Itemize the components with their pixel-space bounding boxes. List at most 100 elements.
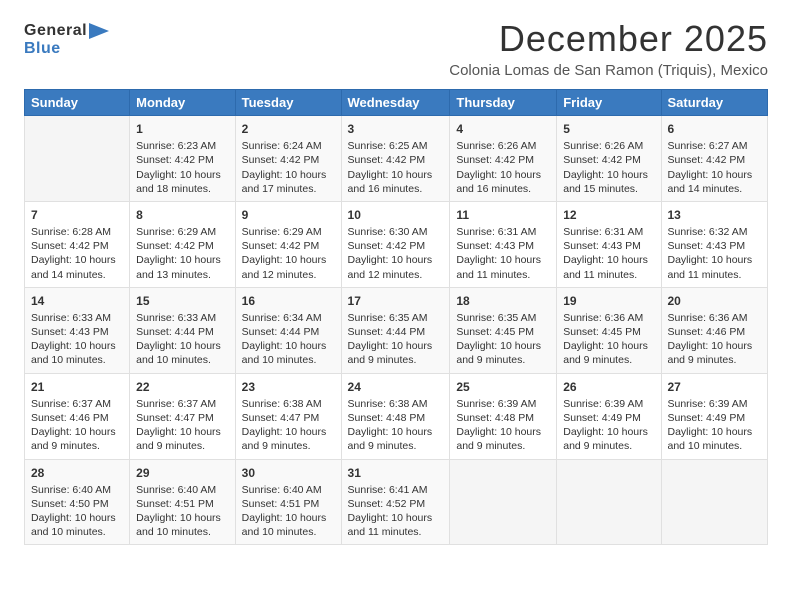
day-info-line: Sunset: 4:45 PM <box>563 326 641 338</box>
calendar-cell: 5Sunrise: 6:26 AMSunset: 4:42 PMDaylight… <box>557 116 661 202</box>
calendar-cell: 10 Sunrise: 6:30 AM Sunset: 4:42 PM Dayligh… <box>341 201 450 287</box>
day-info-line: Sunrise: 6:26 AM <box>563 140 643 152</box>
day-info-line: and 18 minutes. <box>136 183 211 195</box>
day-info-line: Sunset: 4:51 PM <box>136 498 214 510</box>
day-info-line: Daylight: 10 hours <box>563 426 648 438</box>
th-friday: Friday <box>557 90 661 116</box>
day-number: 17 <box>348 293 444 309</box>
day-info-line: Sunrise: 6:29 AM <box>136 226 216 238</box>
day-info-line: Sunset: 4:50 PM <box>31 498 109 510</box>
calendar-cell: 18Sunrise: 6:35 AMSunset: 4:45 PMDayligh… <box>450 287 557 373</box>
day-info-line: Sunrise: 6:29 AM <box>242 226 322 238</box>
calendar-cell: 31Sunrise: 6:41 AMSunset: 4:52 PMDayligh… <box>341 459 450 545</box>
calendar-cell: 2Sunrise: 6:24 AMSunset: 4:42 PMDaylight… <box>235 116 341 202</box>
calendar-cell: 19 Sunrise: 6:36 AM Sunset: 4:45 PM Dayligh… <box>557 287 661 373</box>
day-info-line: Sunrise: 6:36 AM <box>563 312 643 324</box>
day-info-line: Daylight: 10 hours <box>668 426 753 438</box>
day-info-line: Sunrise: 6:32 AM <box>668 226 748 238</box>
day-info-line: Sunset: 4:42 PM <box>348 240 426 252</box>
page: General Blue December 2025 Colonia Lomas… <box>0 0 792 612</box>
day-info-line: Daylight: 10 hours <box>242 254 327 266</box>
calendar-week-1: 1Sunrise: 6:23 AMSunset: 4:42 PMDaylight… <box>25 116 768 202</box>
day-number: 26 <box>563 379 654 395</box>
day-info-line: Sunset: 4:42 PM <box>668 154 746 166</box>
day-info-line: Daylight: 10 hours <box>31 512 116 524</box>
calendar-week-4: 21Sunrise: 6:37 AMSunset: 4:46 PMDayligh… <box>25 373 768 459</box>
day-info-line: Daylight: 10 hours <box>242 340 327 352</box>
day-info-line: Sunrise: 6:37 AM <box>31 398 111 410</box>
calendar-cell: 1Sunrise: 6:23 AMSunset: 4:42 PMDaylight… <box>130 116 235 202</box>
day-info-line: and 14 minutes. <box>31 269 106 281</box>
day-info-line: Daylight: 10 hours <box>456 426 541 438</box>
day-info-line: Daylight: 10 hours <box>668 169 753 181</box>
calendar-cell: 13Sunrise: 6:32 AMSunset: 4:43 PMDayligh… <box>661 201 768 287</box>
day-number: 27 <box>668 379 762 395</box>
day-info-line: Sunset: 4:42 PM <box>456 154 534 166</box>
day-number: 25 <box>456 379 550 395</box>
title-block: December 2025 Colonia Lomas de San Ramon… <box>449 18 768 79</box>
day-info-line: Sunset: 4:43 PM <box>456 240 534 252</box>
day-info-line: Daylight: 10 hours <box>31 254 116 266</box>
day-info-line: and 16 minutes. <box>456 183 531 195</box>
day-number: 10 <box>348 207 444 223</box>
day-info-line: Daylight: 10 hours <box>136 169 221 181</box>
day-info-line: Sunset: 4:49 PM <box>563 412 641 424</box>
day-info-line: Daylight: 10 hours <box>563 169 648 181</box>
day-info-line: Sunrise: 6:36 AM <box>668 312 748 324</box>
calendar-cell: 14Sunrise: 6:33 AMSunset: 4:43 PMDayligh… <box>25 287 130 373</box>
day-info-line: and 11 minutes. <box>563 269 637 281</box>
day-info-line: Sunset: 4:49 PM <box>668 412 746 424</box>
day-info-line: Sunset: 4:44 PM <box>136 326 214 338</box>
day-number: 20 <box>668 293 762 309</box>
day-info-line: Sunrise: 6:27 AM <box>668 140 748 152</box>
day-info-line: Sunrise: 6:38 AM <box>348 398 428 410</box>
day-info-line: Sunrise: 6:33 AM <box>136 312 216 324</box>
day-number: 13 <box>668 207 762 223</box>
day-number: 24 <box>348 379 444 395</box>
day-number: 29 <box>136 465 228 481</box>
day-info-line: Sunrise: 6:40 AM <box>136 484 216 496</box>
calendar-cell: 22Sunrise: 6:37 AMSunset: 4:47 PMDayligh… <box>130 373 235 459</box>
day-info-line: Daylight: 10 hours <box>456 169 541 181</box>
day-info-line: Sunrise: 6:39 AM <box>563 398 643 410</box>
day-info-line: Daylight: 10 hours <box>348 254 433 266</box>
calendar-table: Sunday Monday Tuesday Wednesday Thursday… <box>24 89 768 545</box>
calendar-cell: 28Sunrise: 6:40 AMSunset: 4:50 PMDayligh… <box>25 459 130 545</box>
calendar-cell: 4Sunrise: 6:26 AMSunset: 4:42 PMDaylight… <box>450 116 557 202</box>
calendar-cell: 29Sunrise: 6:40 AMSunset: 4:51 PMDayligh… <box>130 459 235 545</box>
calendar-week-5: 28Sunrise: 6:40 AMSunset: 4:50 PMDayligh… <box>25 459 768 545</box>
calendar-cell: 26 Sunrise: 6:39 AM Sunset: 4:49 PM Dayligh… <box>557 373 661 459</box>
day-info-line: Sunset: 4:42 PM <box>348 154 426 166</box>
day-info-line: Sunset: 4:47 PM <box>136 412 214 424</box>
calendar-cell: 24Sunrise: 6:38 AMSunset: 4:48 PMDayligh… <box>341 373 450 459</box>
th-sunday: Sunday <box>25 90 130 116</box>
day-info-line: Daylight: 10 hours <box>31 426 116 438</box>
calendar-cell: 9Sunrise: 6:29 AMSunset: 4:42 PMDaylight… <box>235 201 341 287</box>
day-info-line: and 9 minutes. <box>348 440 417 452</box>
day-info-line: Sunset: 4:46 PM <box>668 326 746 338</box>
day-info-line: and 12 minutes. <box>348 269 423 281</box>
day-number: 14 <box>31 293 123 309</box>
day-number: 19 <box>563 293 654 309</box>
day-info-line: and 9 minutes. <box>563 440 632 452</box>
day-info-line: and 13 minutes. <box>136 269 211 281</box>
day-info-line: Sunset: 4:42 PM <box>31 240 109 252</box>
calendar-cell: 16Sunrise: 6:34 AMSunset: 4:44 PMDayligh… <box>235 287 341 373</box>
day-info-line: Sunrise: 6:31 AM <box>563 226 643 238</box>
calendar-cell <box>557 459 661 545</box>
th-thursday: Thursday <box>450 90 557 116</box>
day-info-line: Sunrise: 6:24 AM <box>242 140 322 152</box>
day-info-line: Daylight: 10 hours <box>136 254 221 266</box>
day-info-line: and 16 minutes. <box>348 183 423 195</box>
day-info-line: Daylight: 10 hours <box>136 426 221 438</box>
calendar-cell: 23Sunrise: 6:38 AMSunset: 4:47 PMDayligh… <box>235 373 341 459</box>
day-info-line: Daylight: 10 hours <box>348 340 433 352</box>
day-info-line: Daylight: 10 hours <box>456 254 541 266</box>
th-tuesday: Tuesday <box>235 90 341 116</box>
calendar-cell: 27Sunrise: 6:39 AMSunset: 4:49 PMDayligh… <box>661 373 768 459</box>
day-info-line: Daylight: 10 hours <box>563 340 648 352</box>
day-info-line: and 9 minutes. <box>242 440 311 452</box>
day-info-line: Sunrise: 6:30 AM <box>348 226 428 238</box>
th-wednesday: Wednesday <box>341 90 450 116</box>
day-info-line: and 10 minutes. <box>136 526 211 538</box>
